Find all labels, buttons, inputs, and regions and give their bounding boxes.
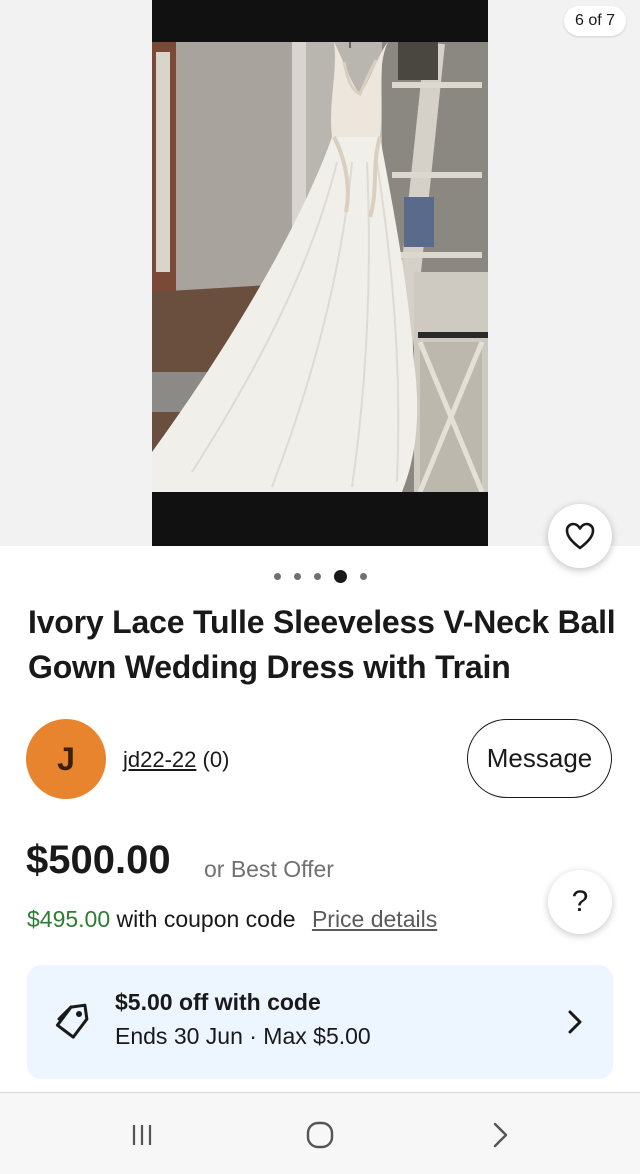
- seller-name-link[interactable]: jd22-22: [123, 747, 196, 772]
- system-navigation-bar: [0, 1092, 640, 1174]
- coupon-card[interactable]: $5.00 off with code Ends 30 Jun · Max $5…: [27, 965, 613, 1079]
- heart-icon: [565, 522, 595, 550]
- product-photo-frame[interactable]: [152, 0, 488, 546]
- tag-icon: [55, 1003, 89, 1039]
- listing-title: Ivory Lace Tulle Sleeveless V-Neck Ball …: [28, 604, 616, 685]
- help-button[interactable]: ?: [548, 870, 612, 934]
- pagination-dot-active[interactable]: [333, 570, 347, 583]
- recents-icon: [132, 1125, 152, 1145]
- best-offer-label: or Best Offer: [204, 856, 334, 882]
- seller-info[interactable]: jd22-22 (0): [123, 747, 229, 773]
- seller-avatar[interactable]: J: [26, 719, 106, 799]
- recents-button[interactable]: [122, 1119, 162, 1151]
- chevron-right-icon: [568, 1010, 582, 1034]
- home-button[interactable]: [300, 1119, 340, 1151]
- coupon-price-text: with coupon code: [116, 906, 296, 932]
- pagination-dot[interactable]: [359, 573, 367, 580]
- home-icon: [306, 1121, 334, 1149]
- coupon-price-line: $495.00 with coupon code Price details: [27, 906, 437, 933]
- product-photo: [152, 42, 488, 492]
- pagination-dot[interactable]: [313, 573, 321, 580]
- coupon-price: $495.00: [27, 906, 111, 932]
- watch-button[interactable]: [548, 504, 612, 568]
- pagination-dot[interactable]: [273, 573, 281, 580]
- pagination-dot[interactable]: [293, 573, 301, 580]
- gallery-pagination: [0, 570, 640, 583]
- seller-feedback-score: (0): [202, 747, 230, 772]
- image-gallery[interactable]: 6 of 7: [0, 0, 640, 546]
- price-details-link[interactable]: Price details: [312, 906, 437, 932]
- message-seller-button[interactable]: Message: [467, 719, 612, 798]
- coupon-title: $5.00 off with code: [115, 989, 321, 1015]
- coupon-subtitle: Ends 30 Jun · Max $5.00: [115, 1023, 371, 1049]
- back-button[interactable]: [480, 1119, 520, 1151]
- listing-price: $500.00: [26, 838, 171, 882]
- image-counter: 6 of 7: [563, 6, 626, 36]
- back-icon: [493, 1122, 508, 1148]
